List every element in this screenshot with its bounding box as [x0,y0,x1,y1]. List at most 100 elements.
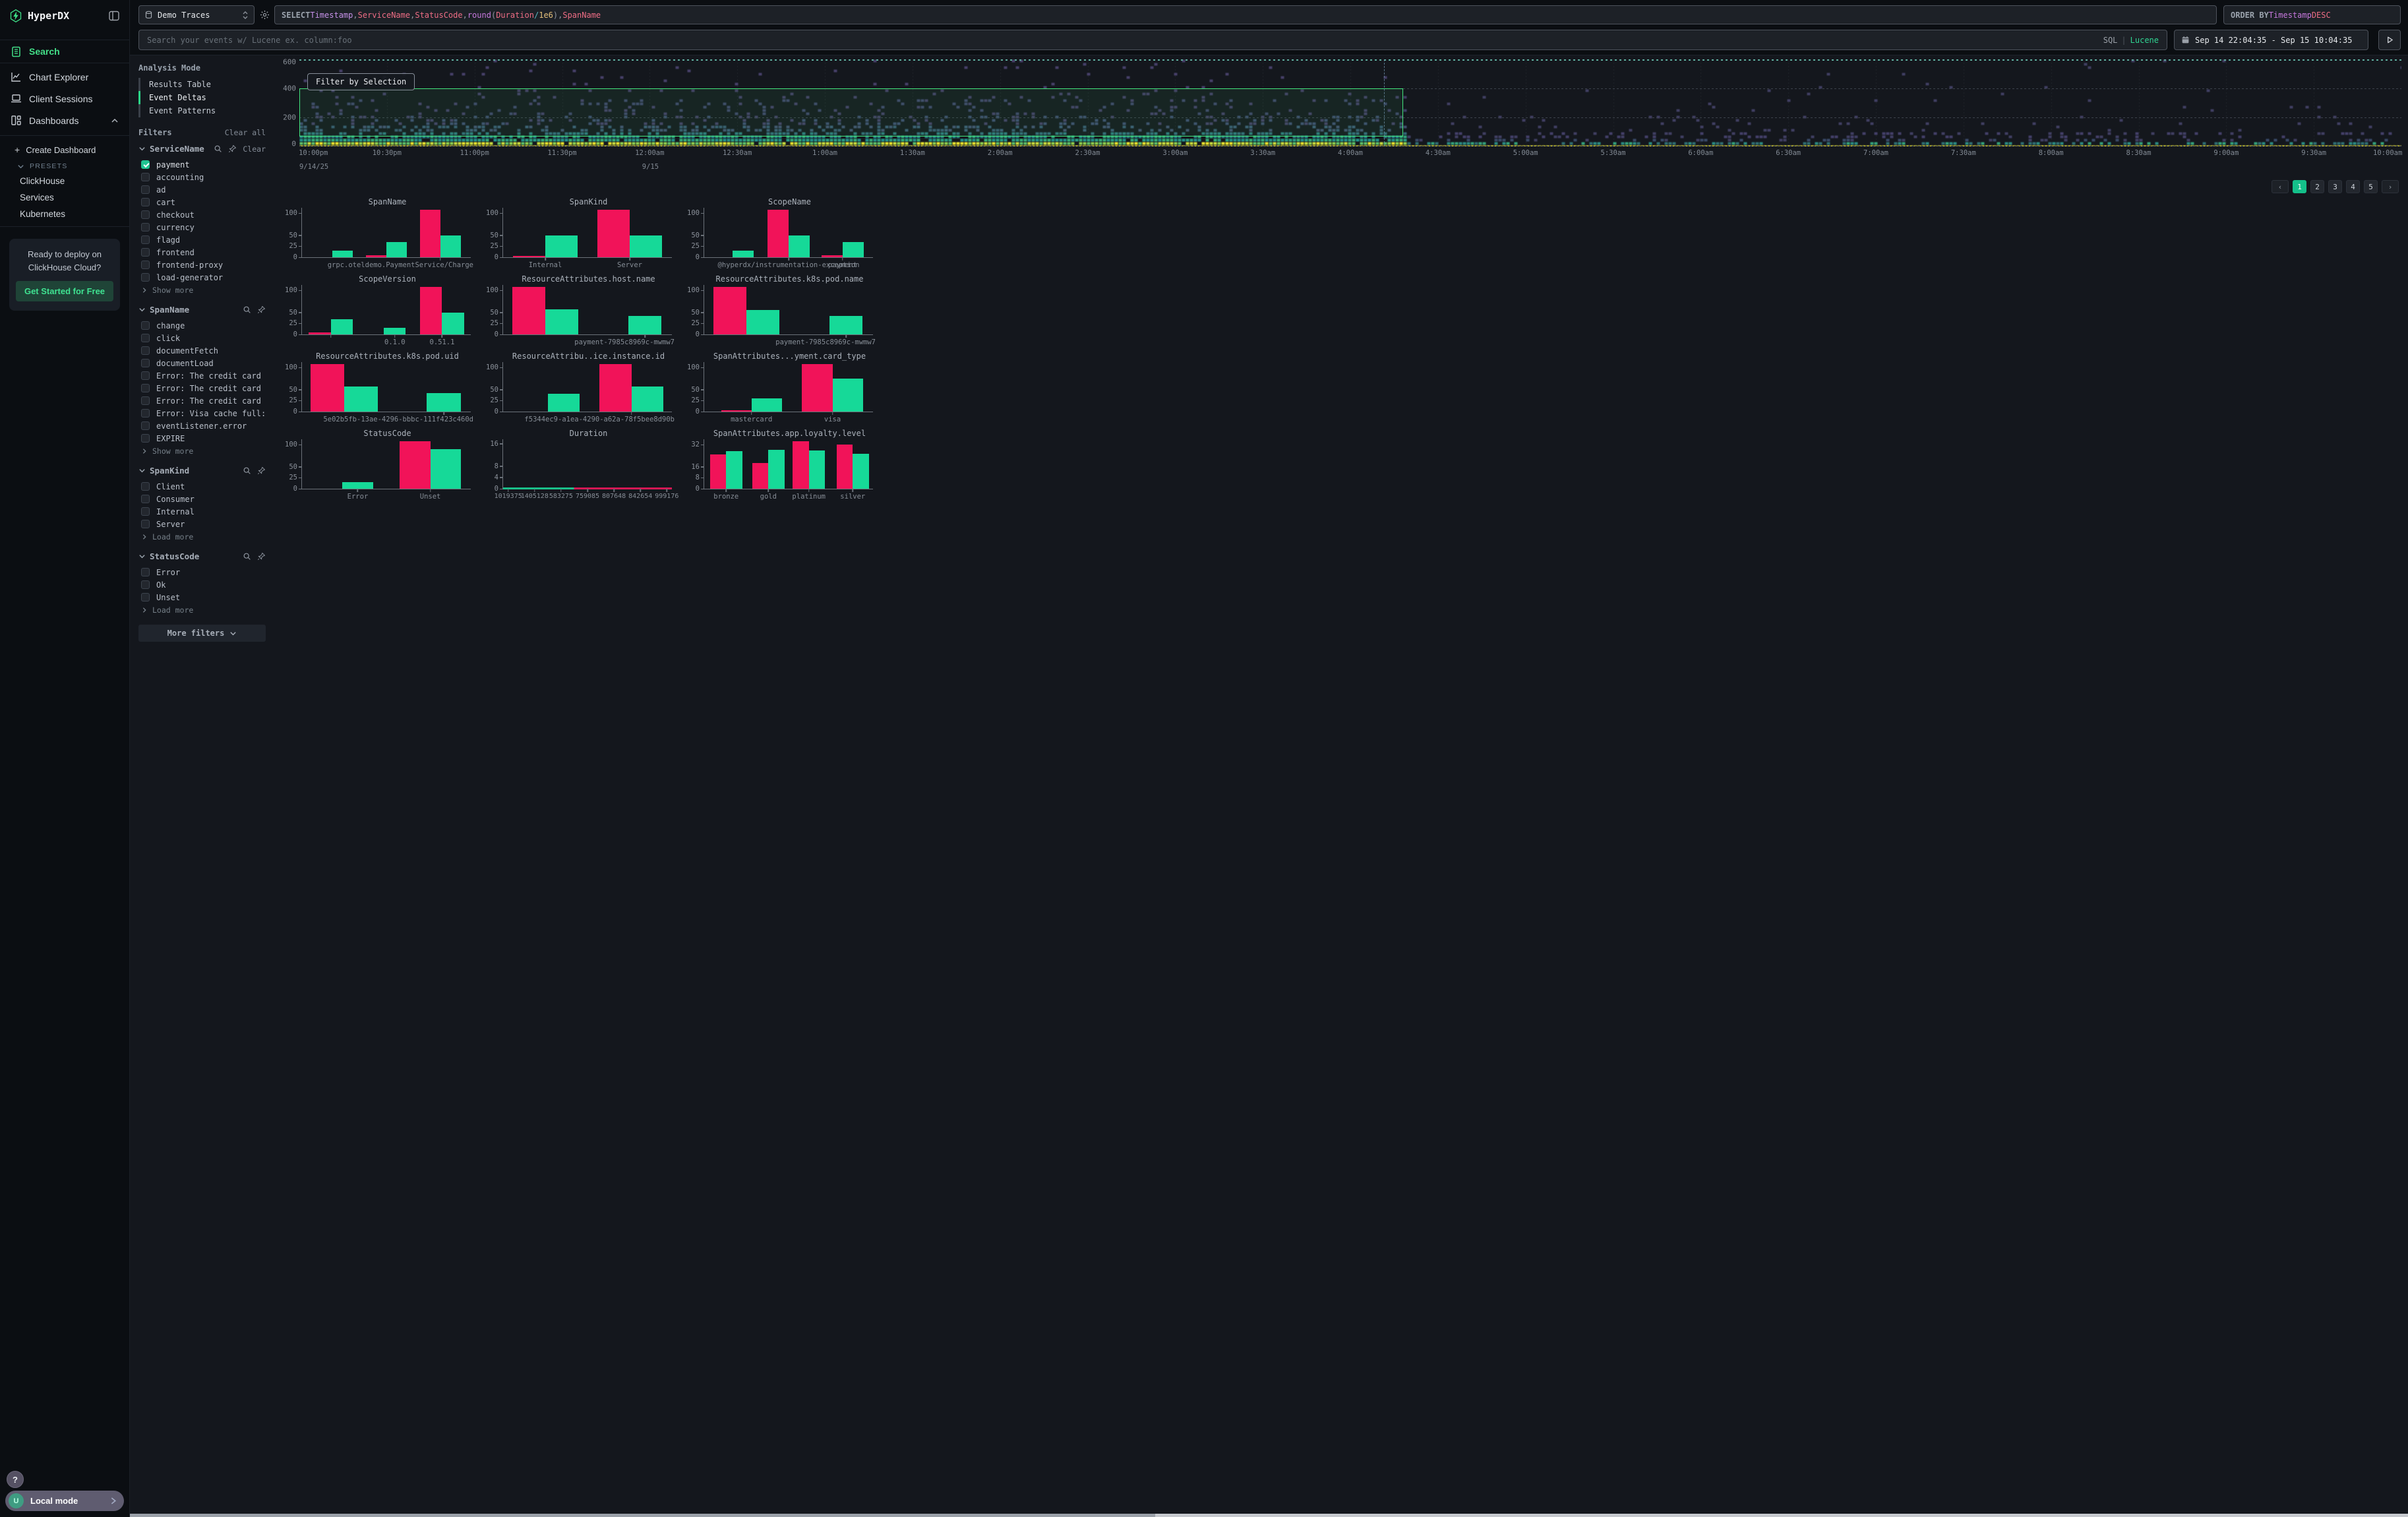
sidebar-item-kubernetes[interactable]: Kubernetes [0,206,129,222]
filter-option-eventlistener-error[interactable]: eventListener.error [138,419,266,432]
bar-baseline[interactable] [752,398,782,412]
sidebar-item-client-sessions[interactable]: Client Sessions [0,88,129,109]
checkbox[interactable] [141,346,150,355]
filter-option-flagd[interactable]: flagd [138,233,266,246]
load-more-button[interactable]: Load more [138,530,266,542]
checkbox[interactable] [141,173,150,181]
local-mode-menu[interactable]: U Local mode [5,1491,124,1511]
checkbox[interactable] [141,384,150,392]
bar-baseline[interactable] [431,449,461,489]
checkbox[interactable] [141,334,150,342]
bar-baseline[interactable] [548,394,580,412]
filter-option-error-the-credit-card-[interactable]: Error: The credit card (… [138,369,266,382]
filter-section-title[interactable]: ServiceName [150,144,204,154]
filter-option-error-the-credit-card-[interactable]: Error: The credit card (… [138,394,266,407]
analysis-mode-option-event-deltas[interactable]: Event Deltas [138,91,266,104]
pin-icon[interactable] [257,305,266,314]
filter-option-documentload[interactable]: documentLoad [138,357,266,369]
bar-baseline[interactable] [789,235,810,257]
show-more-button[interactable]: Show more [138,445,266,456]
chevron-down-icon[interactable] [138,553,146,560]
filter-option-expire[interactable]: EXPIRE [138,432,266,445]
checkbox[interactable] [141,421,150,430]
selection-edge-dashline[interactable] [1384,59,1385,146]
checkbox[interactable] [141,248,150,257]
pagination-page-5[interactable]: 5 [2364,180,2378,193]
pin-icon[interactable] [228,144,237,153]
chevron-down-icon[interactable] [138,145,146,152]
filter-option-ok[interactable]: Ok [138,578,266,591]
filter-option-load-generator[interactable]: load-generator [138,271,266,284]
load-more-button[interactable]: Load more [138,604,266,615]
order-by-input[interactable]: ORDER BY Timestamp DESC [2223,5,2401,24]
checkbox[interactable] [141,482,150,491]
search-icon[interactable] [243,305,251,314]
checkbox[interactable] [141,507,150,516]
checkbox[interactable] [141,371,150,380]
checkbox[interactable] [141,409,150,418]
pagination-page-2[interactable]: 2 [2310,180,2324,193]
filter-option-server[interactable]: Server [138,518,266,530]
checkbox[interactable] [141,185,150,194]
search-input[interactable]: Search your events w/ Lucene ex. column:… [138,30,2167,50]
bar-baseline[interactable] [427,393,460,412]
collapse-sidebar-icon[interactable] [108,10,120,22]
analysis-mode-option-event-patterns[interactable]: Event Patterns [138,104,266,117]
pagination-prev-button[interactable]: ‹ [2272,180,2289,193]
bar-selected[interactable] [793,441,809,489]
bar-baseline[interactable] [344,387,378,412]
filter-section-title[interactable]: SpanName [150,305,189,315]
filter-option-checkout[interactable]: checkout [138,208,266,221]
bar-baseline[interactable] [386,242,407,257]
bar-baseline[interactable] [342,482,373,489]
sidebar-item-chart-explorer[interactable]: Chart Explorer [0,66,129,88]
bar-baseline[interactable] [843,242,864,257]
bar-baseline[interactable] [833,379,863,412]
bar-selected[interactable] [837,445,853,489]
bar-selected[interactable] [366,255,386,257]
date-range-picker[interactable]: Sep 14 22:04:35 - Sep 15 10:04:35 [2174,30,2368,50]
pagination-next-button[interactable]: › [2382,180,2399,193]
filter-option-internal[interactable]: Internal [138,505,266,518]
chevron-down-icon[interactable] [138,467,146,474]
search-icon[interactable] [214,144,222,153]
bar-baseline[interactable] [332,251,353,257]
presets-toggle[interactable]: PRESETS [0,158,129,173]
search-icon[interactable] [243,466,251,475]
bar-selected[interactable] [420,287,442,334]
filter-option-ad[interactable]: ad [138,183,266,196]
sidebar-item-dashboards[interactable]: Dashboards [0,109,129,131]
bar-baseline[interactable] [809,450,826,489]
filter-option-click[interactable]: click [138,332,266,344]
pagination-page-1[interactable]: 1 [2293,180,2306,193]
clear-filter-button[interactable]: Clear [243,144,266,154]
sidebar-item-clickhouse[interactable]: ClickHouse [0,173,129,189]
bar-baseline[interactable] [733,251,754,257]
bar-selected[interactable] [513,256,545,257]
bar-selected[interactable] [822,255,843,257]
checkbox[interactable] [141,273,150,282]
checkbox[interactable] [141,235,150,244]
sidebar-item-services[interactable]: Services [0,189,129,206]
bar-baseline[interactable] [768,450,785,489]
horizontal-scrollbar[interactable] [130,1514,2408,1517]
bar-selected[interactable] [721,410,752,412]
filter-option-change[interactable]: change [138,319,266,332]
bar-selected[interactable] [752,463,769,489]
checkbox[interactable] [141,568,150,576]
checkbox-checked[interactable] [141,160,150,169]
checkbox[interactable] [141,434,150,443]
filter-option-documentfetch[interactable]: documentFetch [138,344,266,357]
bar-selected[interactable] [802,364,832,412]
filter-by-selection-button[interactable]: Filter by Selection [307,73,415,90]
bar-baseline[interactable] [630,235,662,257]
duration-heatmap[interactable]: Filter by Selection [299,59,2401,146]
bar-baseline[interactable] [632,387,664,412]
get-started-button[interactable]: Get Started for Free [16,281,113,301]
filter-option-payment[interactable]: payment [138,158,266,171]
bar-baseline[interactable] [829,316,862,334]
more-filters-button[interactable]: More filters [138,625,266,642]
filter-option-frontend[interactable]: frontend [138,246,266,259]
checkbox[interactable] [141,321,150,330]
bar-selected[interactable] [768,210,789,257]
